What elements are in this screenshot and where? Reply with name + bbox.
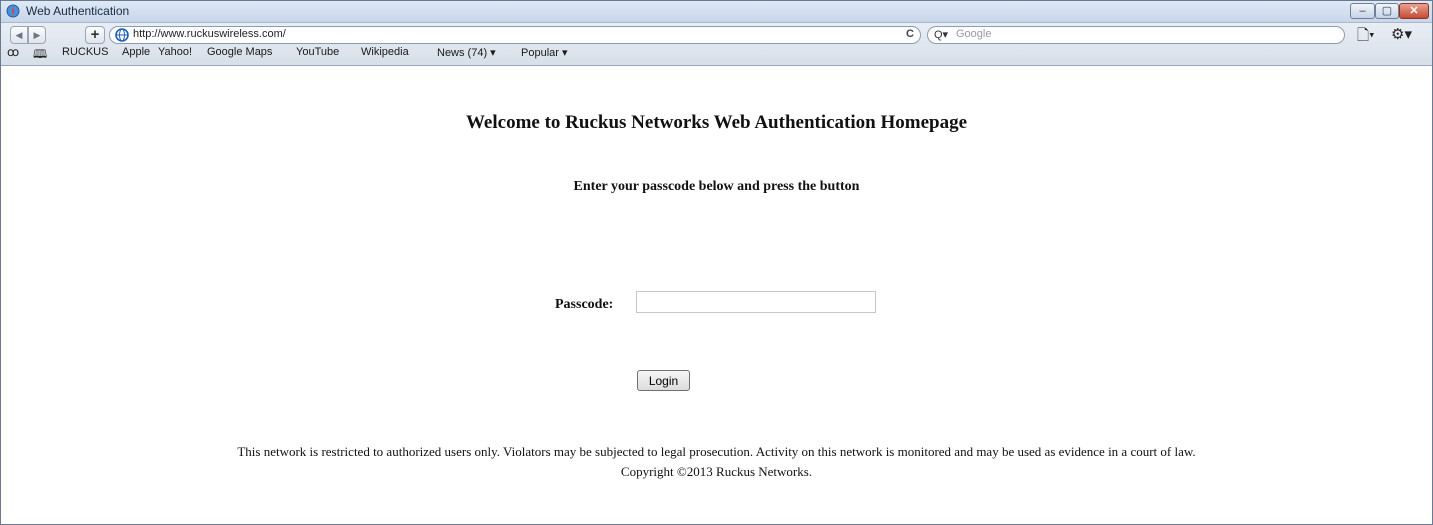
back-button[interactable]: ◀ (10, 26, 28, 44)
instruction-text: Enter your passcode below and press the … (573, 179, 860, 194)
url-text: http://www.ruckuswireless.com/ (133, 28, 286, 40)
title-bar: Web Authentication – ▢ ✕ (1, 1, 1432, 23)
search-icon[interactable]: Q▾ (934, 28, 948, 41)
browser-logo-icon (6, 4, 20, 18)
copyright-text: Copyright ©2013 Ruckus Networks. (620, 464, 813, 479)
search-field[interactable]: Q▾ Google (927, 26, 1345, 44)
reload-icon[interactable]: C (906, 28, 914, 40)
login-button[interactable]: Login (637, 370, 690, 391)
passcode-input[interactable] (636, 291, 876, 313)
browser-toolbar: ◀ ▶ + http://www.ruckuswireless.com/ C Q… (1, 23, 1432, 66)
bookmark-youtube[interactable]: YouTube (296, 46, 339, 58)
search-placeholder: Google (956, 28, 992, 40)
restriction-notice: This network is restricted to authorized… (237, 444, 1196, 459)
bookmark-ruckus[interactable]: RUCKUS (62, 46, 108, 58)
legal-notice: This network is restricted to authorized… (1, 442, 1432, 482)
window-title: Web Authentication (26, 4, 130, 18)
reader-glasses-icon[interactable]: ꝏ (7, 45, 19, 59)
page-title: Welcome to Ruckus Networks Web Authentic… (465, 112, 968, 133)
minimize-button[interactable]: – (1350, 3, 1375, 19)
forward-button[interactable]: ▶ (28, 26, 46, 44)
bookmarks-bar: ꝏ 🕮 RUCKUS Apple Yahoo! Google Maps YouT… (1, 44, 1432, 64)
close-button[interactable]: ✕ (1399, 3, 1429, 19)
bookmark-news[interactable]: News (74) ▾ (437, 46, 496, 59)
bookmark-popular[interactable]: Popular ▾ (521, 46, 568, 59)
bookmark-yahoo[interactable]: Yahoo! (158, 46, 192, 58)
gear-icon[interactable]: ⚙▾ (1391, 25, 1412, 43)
bookmark-apple[interactable]: Apple (122, 46, 150, 58)
bookmark-wikipedia[interactable]: Wikipedia (361, 46, 409, 58)
passcode-label: Passcode: (555, 297, 614, 312)
book-icon[interactable]: 🕮 (33, 45, 47, 66)
bookmark-google-maps[interactable]: Google Maps (207, 46, 272, 58)
add-bookmark-button[interactable]: + (85, 26, 105, 44)
maximize-button[interactable]: ▢ (1375, 3, 1399, 19)
page-content: Welcome to Ruckus Networks Web Authentic… (1, 67, 1432, 524)
globe-icon (115, 28, 129, 42)
address-bar[interactable]: http://www.ruckuswireless.com/ C (109, 26, 921, 44)
browser-window: Web Authentication – ▢ ✕ ◀ ▶ + http://ww… (0, 0, 1433, 525)
